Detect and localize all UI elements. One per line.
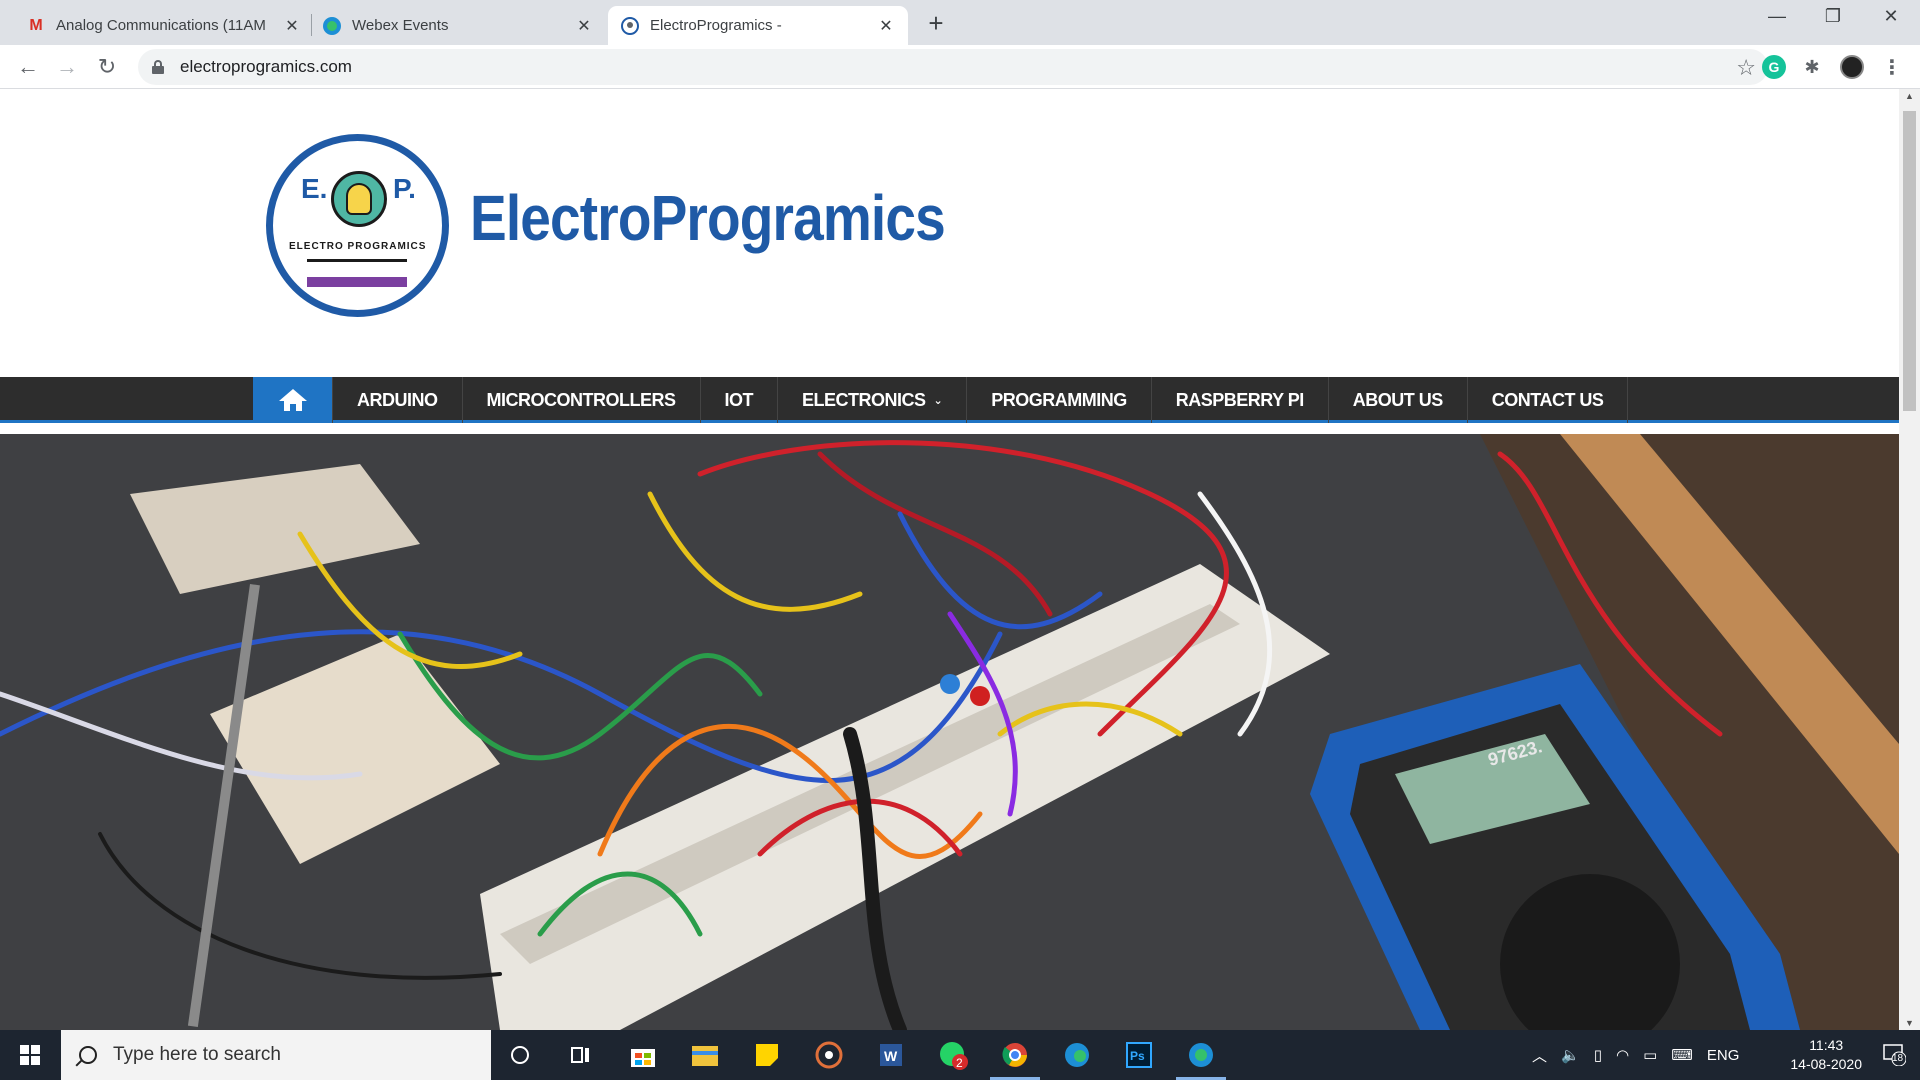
extensions-puzzle-icon[interactable]: ✱ (1800, 55, 1824, 79)
system-tray: ︿ 🔈 ▯ ◠ ▭ ⌨ ENG (1532, 1030, 1739, 1080)
tab-title: Analog Communications (11AM (56, 17, 266, 34)
wifi-icon[interactable]: ◠ (1616, 1046, 1629, 1064)
nav-home[interactable] (253, 377, 333, 423)
nav-label: ABOUT US (1352, 389, 1444, 410)
search-placeholder: Type here to search (113, 1044, 281, 1065)
address-bar[interactable]: electroprogramics.com ☆ (138, 49, 1768, 85)
action-center-icon[interactable]: 18 (1882, 1042, 1907, 1067)
tab-electroprogramics[interactable]: ElectroProgramics - ✕ (608, 6, 908, 45)
nav-iot[interactable]: IOT (701, 377, 778, 423)
windows-taskbar: Type here to search W 2 Ps ︿ 🔈 ▯ ◠ ▭ ⌨ E… (0, 1030, 1920, 1080)
book-base (307, 281, 407, 287)
main-navigation: ARDUINO MICROCONTROLLERS IOT ELECTRONICS… (0, 377, 1899, 423)
battery-icon[interactable]: ▭ (1643, 1046, 1657, 1064)
device-icon[interactable]: ▯ (1594, 1046, 1602, 1064)
close-tab-icon[interactable]: ✕ (876, 16, 896, 36)
whatsapp-icon[interactable]: 2 (937, 1039, 969, 1071)
microsoft-store-icon[interactable] (627, 1039, 659, 1071)
nav-label: PROGRAMMING (991, 389, 1127, 410)
nav-label: ARDUINO (357, 389, 438, 410)
tab-gmail[interactable]: M Analog Communications (11AM ✕ (14, 6, 314, 45)
scroll-up-arrow[interactable]: ▲ (1899, 91, 1920, 101)
chevron-down-icon: ⌄ (933, 394, 943, 407)
tab-webex[interactable]: Webex Events ✕ (310, 6, 606, 45)
gmail-icon: M (29, 16, 43, 34)
profile-avatar[interactable] (1840, 55, 1864, 79)
tab-strip: M Analog Communications (11AM ✕ Webex Ev… (0, 0, 1920, 45)
nav-label: RASPBERRY PI (1175, 389, 1305, 410)
site-icon (620, 16, 640, 36)
edge-icon[interactable] (1061, 1039, 1093, 1071)
chrome-icon[interactable] (999, 1039, 1031, 1071)
clock-date: 14-08-2020 (1790, 1056, 1862, 1072)
nav-arduino[interactable]: ARDUINO (333, 377, 463, 423)
lock-icon[interactable] (152, 60, 164, 74)
photoshop-icon[interactable]: Ps (1123, 1039, 1155, 1071)
nav-microcontrollers[interactable]: MICROCONTROLLERS (463, 377, 701, 423)
nav-label: CONTACT US (1491, 389, 1604, 410)
language-indicator[interactable]: ENG (1707, 1047, 1740, 1064)
minimize-button[interactable]: — (1757, 6, 1797, 27)
page-scrollbar[interactable]: ▲ ▼ (1899, 89, 1920, 1030)
cortana-icon[interactable] (504, 1039, 536, 1071)
tab-title: Webex Events (352, 17, 449, 34)
grammarly-icon[interactable]: G (1762, 55, 1786, 79)
nav-label: IOT (724, 389, 754, 410)
nav-electronics[interactable]: ELECTRONICS ⌄ (778, 377, 968, 423)
word-icon[interactable]: W (875, 1039, 907, 1071)
logo-letter-e: E. (301, 173, 328, 204)
back-button[interactable]: ← (14, 53, 42, 81)
electronics-workbench-illustration: 97623. (0, 434, 1899, 1030)
notification-count: 18 (1892, 1053, 1904, 1064)
book-icon (307, 259, 407, 281)
start-button[interactable] (0, 1030, 60, 1080)
keyboard-icon[interactable]: ⌨ (1671, 1046, 1693, 1064)
nav-raspberry-pi[interactable]: RASPBERRY PI (1152, 377, 1329, 423)
nav-contact-us[interactable]: CONTACT US (1468, 377, 1629, 423)
search-icon (79, 1046, 97, 1064)
file-explorer-icon[interactable] (689, 1039, 721, 1071)
close-tab-icon[interactable]: ✕ (282, 16, 302, 36)
tab-title: ElectroProgramics - (650, 17, 782, 34)
scroll-down-arrow[interactable]: ▼ (1899, 1018, 1920, 1028)
sticky-notes-icon[interactable] (751, 1039, 783, 1071)
nav-programming[interactable]: PROGRAMMING (967, 377, 1152, 423)
site-logo[interactable]: E. P. ELECTRO PROGRAMICS (266, 134, 449, 317)
volume-icon[interactable]: 🔈 (1561, 1046, 1580, 1064)
new-tab-button[interactable]: + (922, 8, 950, 39)
forward-button[interactable]: → (53, 53, 81, 81)
hero-image: 97623. (0, 434, 1899, 1030)
clock-time: 11:43 (1809, 1037, 1844, 1053)
task-view-icon[interactable] (565, 1039, 597, 1071)
menu-kebab-icon[interactable]: ⋮ (1880, 55, 1904, 79)
webex-taskbar-icon[interactable] (1185, 1039, 1217, 1071)
whatsapp-badge: 2 (956, 1056, 963, 1070)
home-icon (278, 389, 307, 411)
logo-letter-p: P. (393, 173, 416, 204)
nav-about-us[interactable]: ABOUT US (1329, 377, 1468, 423)
nav-label: MICROCONTROLLERS (486, 389, 677, 410)
nav-label: ELECTRONICS (802, 389, 926, 410)
svg-text:Ps: Ps (1130, 1049, 1145, 1063)
url-text[interactable]: electroprogramics.com (180, 57, 352, 77)
restore-button[interactable]: ❐ (1813, 6, 1853, 27)
close-window-button[interactable]: ✕ (1871, 6, 1911, 27)
web-page: E. P. ELECTRO PROGRAMICS ElectroProgrami… (0, 89, 1899, 1030)
scrollbar-thumb[interactable] (1903, 111, 1916, 411)
logo-ring-text: ELECTRO PROGRAMICS (289, 241, 427, 252)
close-tab-icon[interactable]: ✕ (574, 16, 594, 36)
media-player-icon[interactable] (813, 1039, 845, 1071)
webex-icon (322, 16, 342, 36)
browser-toolbar: ← → ↻ electroprogramics.com ☆ G ✱ ⋮ (0, 45, 1920, 89)
svg-text:W: W (884, 1048, 898, 1064)
windows-logo-icon (20, 1045, 40, 1065)
lightbulb-icon (331, 171, 387, 227)
show-hidden-icons-chevron-icon[interactable]: ︿ (1532, 1045, 1547, 1066)
site-brand-title[interactable]: ElectroProgramics (470, 181, 946, 255)
reload-button[interactable]: ↻ (93, 53, 121, 81)
clock[interactable]: 11:43 14-08-2020 (1790, 1036, 1862, 1074)
bookmark-star-icon[interactable]: ☆ (1736, 55, 1756, 81)
taskbar-search[interactable]: Type here to search (61, 1030, 491, 1080)
